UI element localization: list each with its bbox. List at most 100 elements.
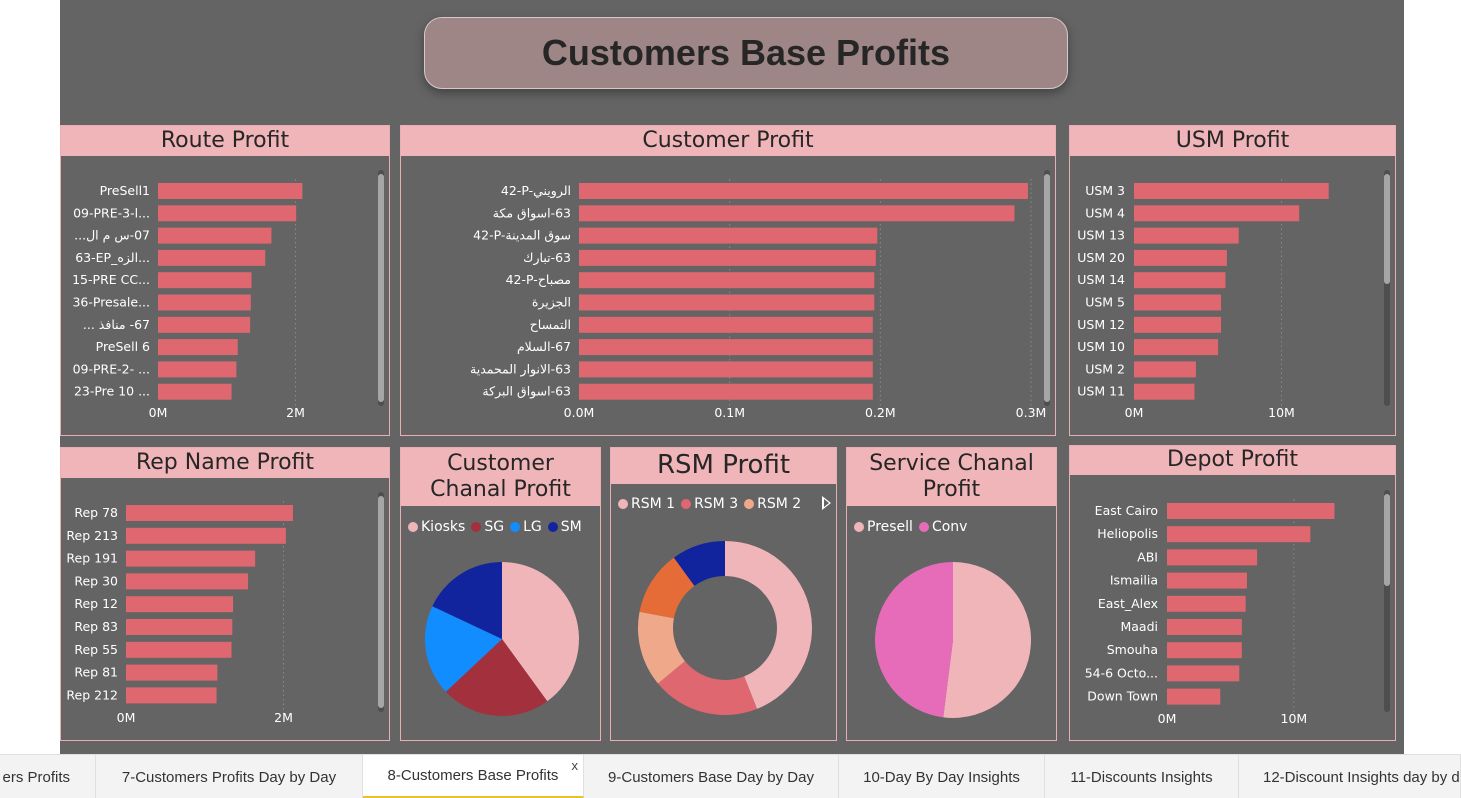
bar[interactable] — [126, 573, 249, 590]
bar[interactable] — [579, 183, 1028, 199]
tab-discounts-insights[interactable]: 11-Discounts Insights — [1045, 755, 1239, 798]
customer-chanal-profit-panel[interactable]: Customer Chanal Profit Kiosks SG LG SM — [400, 447, 601, 741]
rep-name-profit-panel[interactable]: Rep Name Profit 0M 2M Rep 78 Rep 213 Rep 191… — [60, 447, 390, 741]
customer-profit-chart: 0.0M 0.1M 0.2M 0.3M 42-P-الرويني 63-اسواق مكة… — [470, 179, 1047, 420]
category-label: 36-Presale... — [72, 295, 150, 310]
bar[interactable] — [579, 249, 876, 266]
bar[interactable] — [1167, 572, 1247, 589]
tab-ers-profits[interactable]: ers Profits — [0, 755, 96, 798]
category-label: Smouha — [1107, 642, 1158, 657]
bar[interactable] — [1134, 339, 1219, 356]
bar[interactable] — [126, 687, 217, 704]
pie-slice[interactable] — [943, 562, 1031, 718]
bar[interactable] — [126, 641, 232, 658]
usm-profit-scroll-thumb[interactable] — [1384, 174, 1390, 284]
bar[interactable] — [158, 272, 252, 289]
category-label: Rep 212 — [66, 687, 118, 702]
depot-profit-scroll-thumb[interactable] — [1384, 494, 1390, 586]
bar[interactable] — [579, 361, 873, 378]
bar[interactable] — [1167, 526, 1311, 543]
bar[interactable] — [158, 183, 303, 199]
x-tick-label: 0.3M — [1016, 405, 1047, 420]
tab-label: 8-Customers Base Profits — [387, 767, 559, 784]
bar[interactable] — [126, 596, 234, 613]
bar[interactable] — [158, 249, 266, 266]
customer-profit-scroll-thumb[interactable] — [1044, 174, 1050, 402]
service-chanal-profit-panel[interactable]: Service Chanal Profit Presell Conv — [846, 447, 1057, 741]
route-profit-panel[interactable]: Route Profit 0M 2M PreSell1 09-PRE-3-l... 07… — [60, 125, 390, 436]
bar[interactable] — [1134, 205, 1300, 222]
close-tab-icon[interactable]: x — [572, 758, 579, 773]
route-profit-scroll-thumb[interactable] — [378, 174, 384, 402]
bar[interactable] — [126, 505, 293, 521]
bar[interactable] — [126, 550, 256, 567]
category-label: 67-السلام — [517, 339, 571, 354]
depot-profit-scrollbar[interactable] — [1384, 490, 1390, 712]
bar[interactable] — [1134, 227, 1239, 244]
category-label: East Cairo — [1095, 503, 1158, 518]
bar[interactable] — [158, 383, 232, 400]
bar[interactable] — [1167, 619, 1242, 635]
bar[interactable] — [1167, 665, 1240, 682]
bar[interactable] — [1167, 503, 1335, 519]
bar[interactable] — [1134, 361, 1196, 378]
category-label: 42-P-سوق المدينة — [473, 228, 571, 244]
page-title: Customers Base Profits — [541, 32, 951, 73]
tab-label: 10-Day By Day Insights — [863, 768, 1020, 786]
category-label: USM 5 — [1085, 295, 1125, 310]
category-label: Ismailia — [1110, 573, 1158, 588]
customer-profit-scrollbar[interactable] — [1044, 170, 1050, 406]
bar[interactable] — [1134, 383, 1195, 400]
bar[interactable] — [579, 272, 875, 289]
tab-label: 7-Customers Profits Day by Day — [121, 768, 337, 786]
category-label: Rep 12 — [74, 596, 118, 611]
bar[interactable] — [158, 205, 297, 222]
depot-profit-panel[interactable]: Depot Profit 0M 10M East Cairo Heliopolis AB… — [1069, 445, 1396, 741]
category-label: التمساح — [530, 317, 571, 332]
bar[interactable] — [1167, 688, 1221, 705]
tab-customers-base-profits[interactable]: 8-Customers Base Profits x — [363, 755, 584, 798]
bar[interactable] — [1167, 642, 1242, 659]
bar[interactable] — [579, 316, 873, 333]
bar[interactable] — [1167, 549, 1258, 566]
x-tick-label: 0M — [149, 405, 168, 420]
category-label: 63-EP_الزه... — [75, 250, 150, 266]
tab-customers-profits-day-by-day[interactable]: 7-Customers Profits Day by Day — [96, 755, 363, 798]
usm-profit-panel[interactable]: USM Profit 0M 10M USM 3 USM 4 USM 13 USM 20 US… — [1069, 125, 1396, 436]
bar[interactable] — [1134, 249, 1227, 266]
tab-label: 12-Discount Insights day by d — [1263, 768, 1460, 786]
bar[interactable] — [579, 339, 873, 356]
rsm-profit-panel[interactable]: RSM Profit RSM 1 RSM 3 RSM 2 — [610, 447, 837, 741]
bar[interactable] — [579, 205, 1015, 222]
bar[interactable] — [579, 294, 875, 311]
bar[interactable] — [158, 227, 272, 244]
rep-name-profit-scroll-thumb[interactable] — [378, 496, 384, 708]
bar[interactable] — [1134, 183, 1329, 199]
bar[interactable] — [1167, 595, 1246, 612]
usm-profit-scrollbar[interactable] — [1384, 170, 1390, 406]
bar[interactable] — [158, 316, 251, 333]
bar[interactable] — [126, 527, 286, 544]
legend-next-arrow-icon[interactable] — [822, 496, 831, 510]
x-tick-label: 2M — [286, 405, 305, 420]
category-label: USM 4 — [1085, 205, 1125, 220]
bar[interactable] — [1134, 316, 1222, 333]
pie-slice[interactable] — [874, 562, 953, 718]
bar[interactable] — [579, 383, 873, 400]
bar[interactable] — [158, 339, 238, 356]
rep-name-profit-scrollbar[interactable] — [378, 492, 384, 712]
bar[interactable] — [1134, 272, 1226, 289]
tab-label: ers Profits — [2, 768, 70, 786]
bar[interactable] — [126, 664, 218, 681]
bar[interactable] — [1134, 294, 1222, 311]
tab-discount-insights-day-by-day[interactable]: 12-Discount Insights day by d — [1239, 755, 1461, 798]
bar[interactable] — [579, 227, 878, 244]
bar[interactable] — [158, 361, 237, 378]
bar[interactable] — [158, 294, 251, 311]
bar[interactable] — [126, 619, 233, 635]
usm-profit-chart: 0M 10M USM 3 USM 4 USM 13 USM 20 USM 14 USM 5 US… — [1077, 179, 1329, 420]
tab-customers-base-day-by-day[interactable]: 9-Customers Base Day by Day — [584, 755, 839, 798]
route-profit-scrollbar[interactable] — [378, 170, 384, 406]
customer-profit-panel[interactable]: Customer Profit 0.0M 0.1M 0.2M 0.3M 42-P-الر… — [400, 125, 1056, 436]
tab-day-by-day-insights[interactable]: 10-Day By Day Insights — [839, 755, 1045, 798]
